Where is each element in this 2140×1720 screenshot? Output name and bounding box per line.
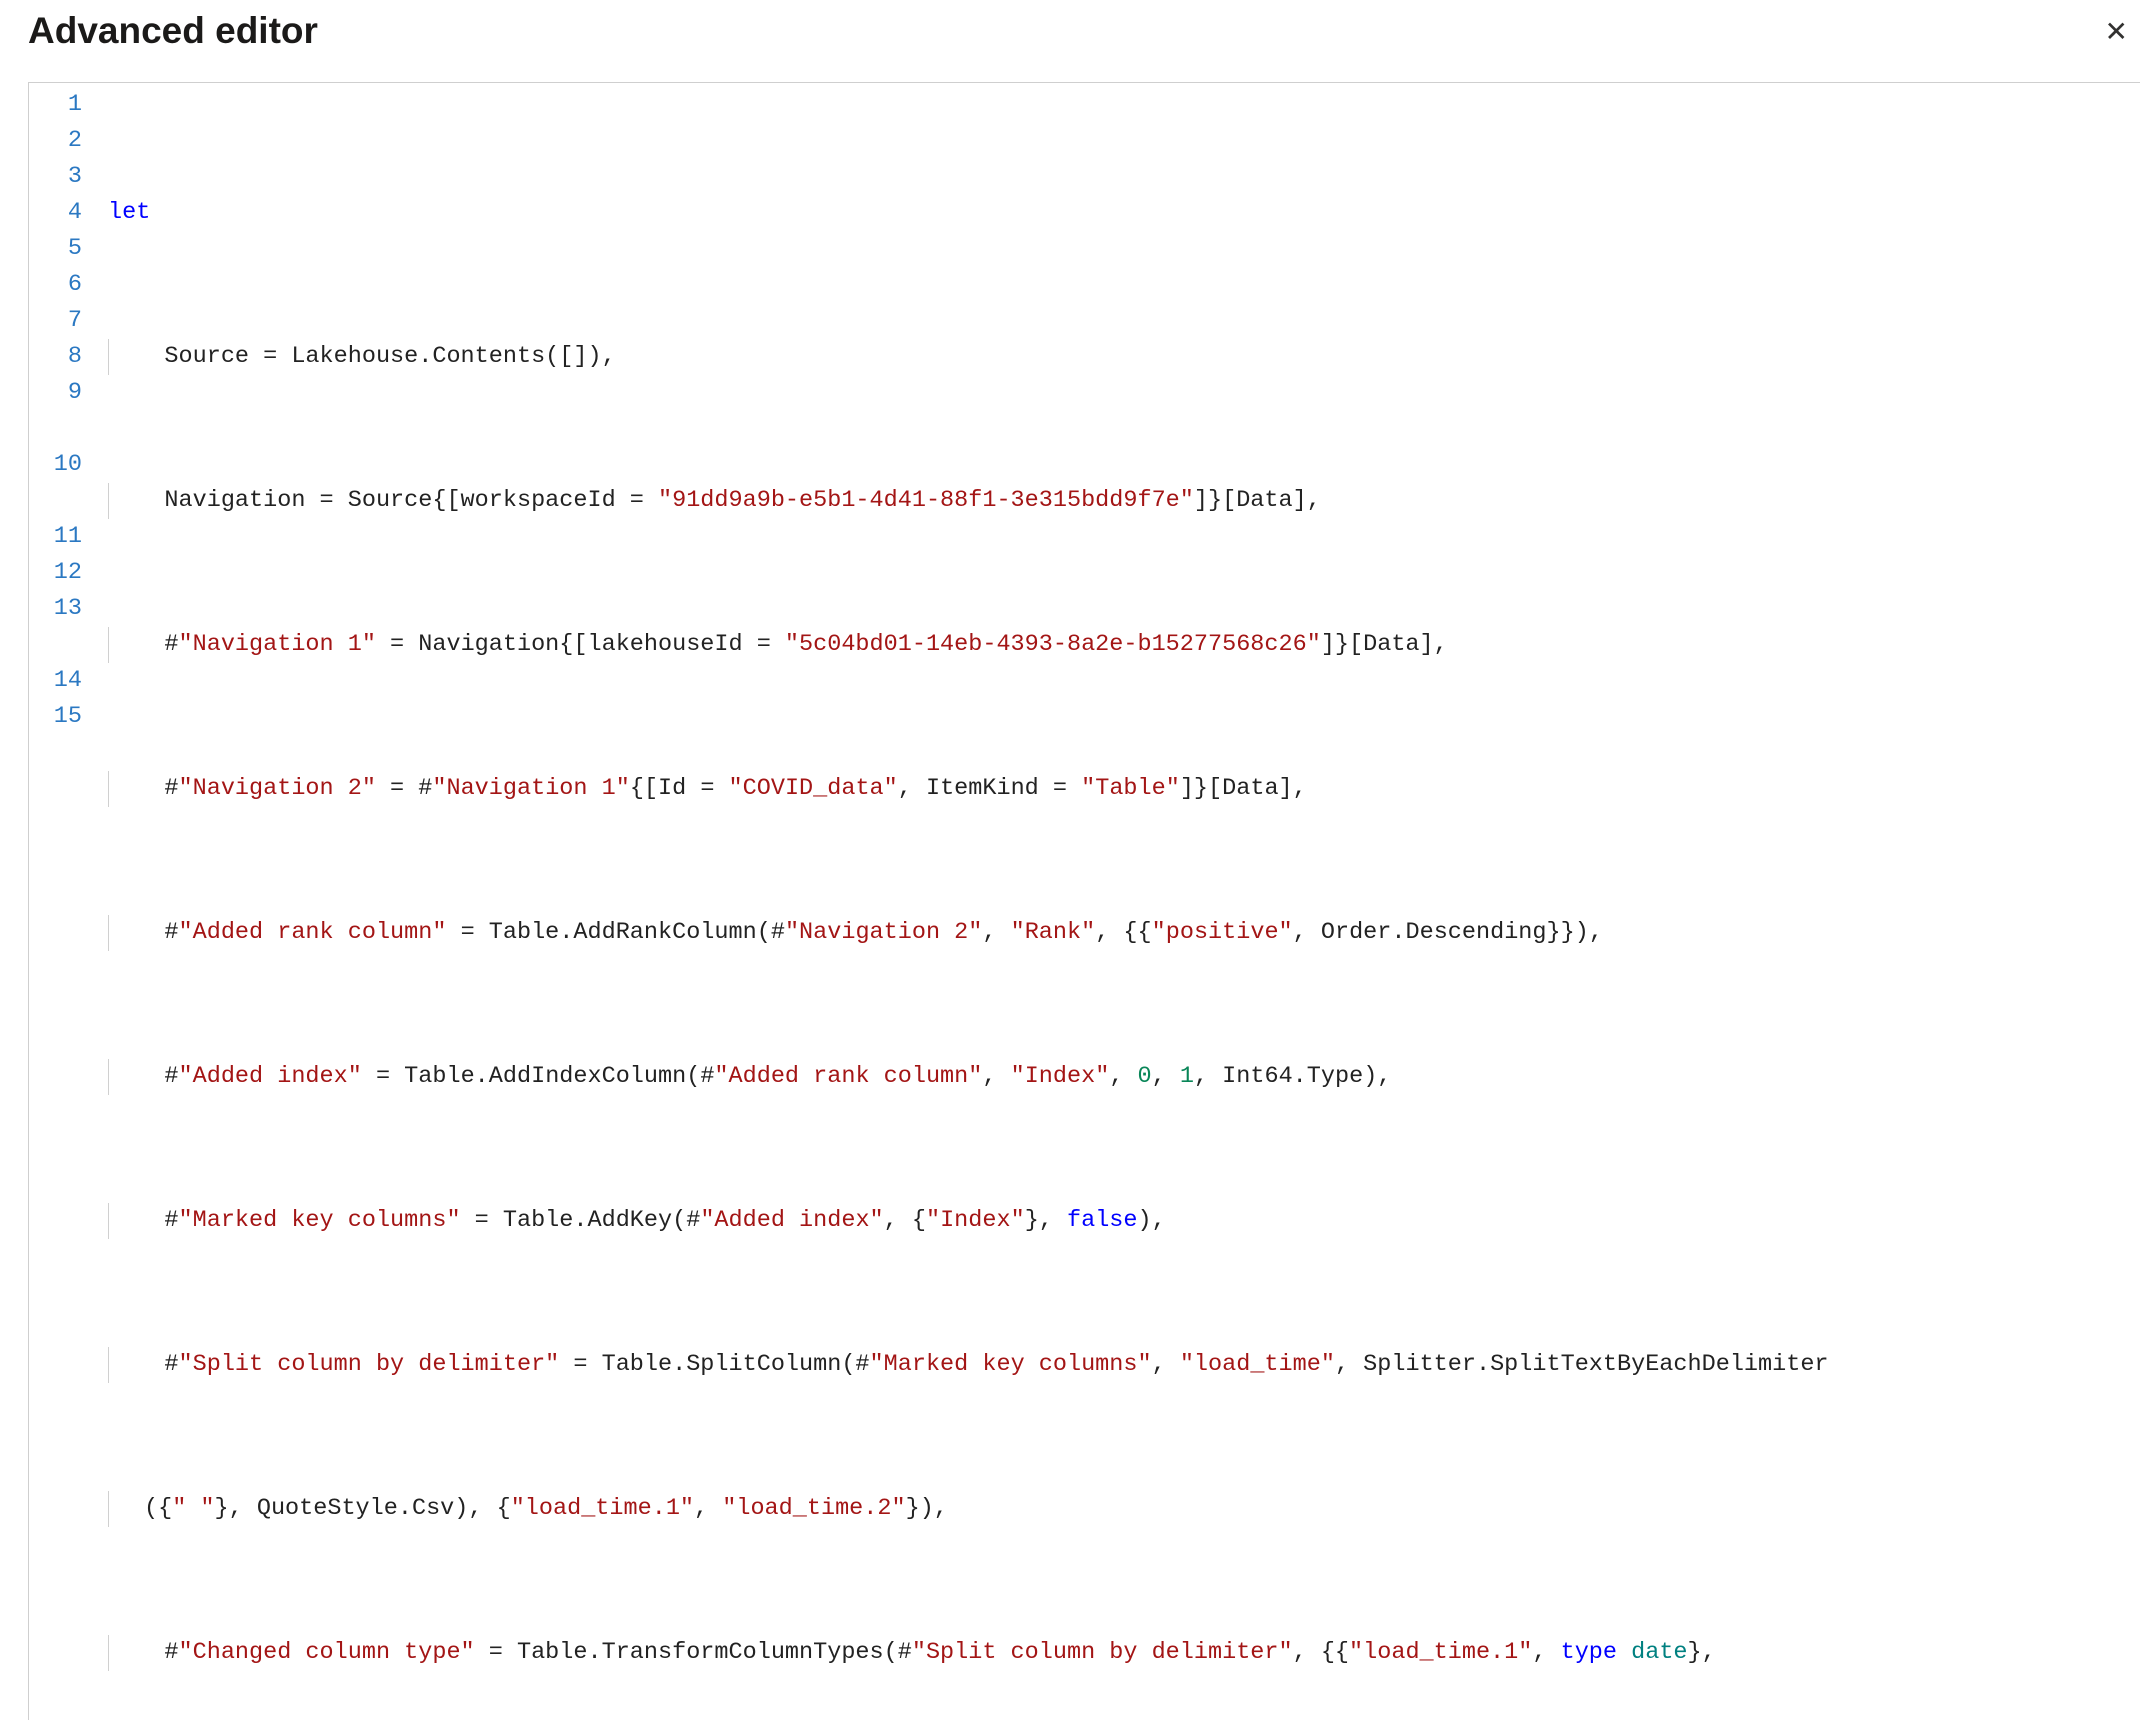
- line-number: 10: [29, 447, 94, 483]
- code-line[interactable]: #"Changed column type" = Table.Transform…: [94, 1635, 2140, 1671]
- line-number: 6: [29, 267, 94, 303]
- code-line-wrap[interactable]: ({" "}, QuoteStyle.Csv), {"load_time.1",…: [94, 1491, 2140, 1527]
- code-editor[interactable]: 1 2 3 4 5 6 7 8 9 . 10 . 11 12 13 . 14 1…: [28, 82, 2140, 1720]
- line-number: 11: [29, 519, 94, 555]
- line-number: 8: [29, 339, 94, 375]
- code-area[interactable]: let Source = Lakehouse.Contents([]), Nav…: [94, 83, 2140, 1720]
- line-number: 7: [29, 303, 94, 339]
- line-number-gutter: 1 2 3 4 5 6 7 8 9 . 10 . 11 12 13 . 14 1…: [29, 83, 94, 1720]
- code-line[interactable]: #"Added index" = Table.AddIndexColumn(#"…: [94, 1059, 2140, 1095]
- code-line[interactable]: #"Split column by delimiter" = Table.Spl…: [94, 1347, 2140, 1383]
- code-line[interactable]: #"Navigation 1" = Navigation{[lakehouseI…: [94, 627, 2140, 663]
- line-number: 15: [29, 699, 94, 735]
- page-title: Advanced editor: [28, 10, 318, 52]
- line-number: 14: [29, 663, 94, 699]
- line-number: 9: [29, 375, 94, 411]
- line-number: 2: [29, 123, 94, 159]
- code-line[interactable]: Navigation = Source{[workspaceId = "91dd…: [94, 483, 2140, 519]
- line-number: 13: [29, 591, 94, 627]
- line-number: 4: [29, 195, 94, 231]
- header-bar: Advanced editor ✕: [0, 0, 2140, 78]
- line-number: 5: [29, 231, 94, 267]
- line-number: 3: [29, 159, 94, 195]
- code-line[interactable]: Source = Lakehouse.Contents([]),: [94, 339, 2140, 375]
- line-number: 12: [29, 555, 94, 591]
- code-line[interactable]: #"Added rank column" = Table.AddRankColu…: [94, 915, 2140, 951]
- line-number: 1: [29, 87, 94, 123]
- close-icon[interactable]: ✕: [2105, 15, 2130, 48]
- code-line[interactable]: let: [94, 195, 2140, 231]
- code-line[interactable]: #"Marked key columns" = Table.AddKey(#"A…: [94, 1203, 2140, 1239]
- code-line[interactable]: #"Navigation 2" = #"Navigation 1"{[Id = …: [94, 771, 2140, 807]
